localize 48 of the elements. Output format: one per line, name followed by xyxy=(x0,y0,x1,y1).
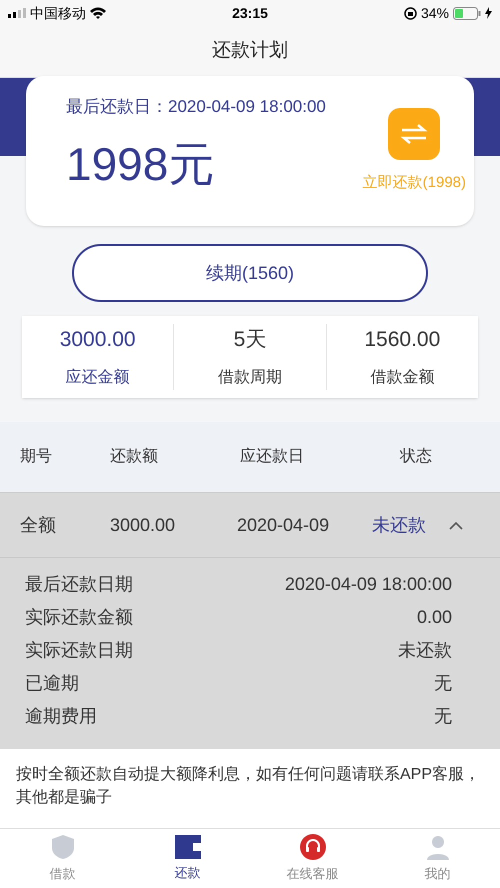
detail-label: 实际还款日期 xyxy=(25,639,133,662)
clock-text: 23:15 xyxy=(231,4,269,22)
amount-cell-text: 3000.00 xyxy=(110,514,176,536)
detail-label: 最后还款日期 xyxy=(25,573,133,596)
tab-item[interactable]: 还款 xyxy=(125,829,250,888)
chevron-up-icon xyxy=(449,520,463,530)
tab-item[interactable]: 在线客服 xyxy=(250,829,375,888)
wifi-icon xyxy=(90,7,106,19)
page-title: 还款计划 xyxy=(212,39,288,64)
notice-text: 按时全额还款自动提大额降利息，如有任何问题请联系APP客服，其他都是骗子 xyxy=(16,764,482,808)
summary-value: 1560.00 xyxy=(364,327,440,354)
shield-icon xyxy=(50,834,76,860)
swap-icon xyxy=(400,123,428,145)
detail-label: 实际还款金额 xyxy=(25,606,133,629)
person-icon xyxy=(424,834,450,860)
column-header: 还款额 xyxy=(110,446,159,467)
battery-icon xyxy=(453,6,481,20)
summary-label: 借款周期 xyxy=(218,368,282,388)
battery-text: 34% xyxy=(420,4,449,22)
summary-value: 5天 xyxy=(234,327,266,354)
headset-icon xyxy=(300,834,326,860)
detail-label: 已逾期 xyxy=(25,672,79,695)
renew-button[interactable]: 续期(1560) xyxy=(72,244,428,302)
charging-icon xyxy=(485,7,492,19)
tab-item[interactable]: 借款 xyxy=(0,829,125,888)
repay-now-button[interactable]: 立即还款(1998) xyxy=(362,108,466,194)
summary-value: 3000.00 xyxy=(60,327,136,354)
signal-icon xyxy=(8,8,26,18)
detail-value: 无 xyxy=(434,672,452,695)
detail-label: 逾期费用 xyxy=(25,705,97,728)
period-cell-text: 全额 xyxy=(20,514,57,536)
tab-item[interactable]: 我的 xyxy=(375,829,500,888)
detail-value: 2020-04-09 18:00:00 xyxy=(284,573,452,596)
column-header: 期号 xyxy=(20,447,53,467)
due-date-text: 最后还款日：2020-04-09 18:00:00 xyxy=(66,96,327,118)
status-cell-text: 未还款 xyxy=(372,514,427,536)
due-amount: 1998元 xyxy=(66,136,214,192)
detail-value: 0.00 xyxy=(416,606,452,629)
carrier-text: 中国移动 xyxy=(30,4,86,22)
column-header: 状态 xyxy=(400,446,432,467)
detail-value: 未还款 xyxy=(398,639,452,662)
detail-value: 无 xyxy=(434,705,452,728)
card-icon xyxy=(174,834,200,859)
rotation-lock-icon xyxy=(404,6,417,20)
column-header: 应还款日 xyxy=(240,446,305,467)
summary-label: 应还金额 xyxy=(66,368,130,388)
summary-label: 借款金额 xyxy=(370,368,434,388)
date-cell-text: 2020-04-09 xyxy=(237,514,330,536)
